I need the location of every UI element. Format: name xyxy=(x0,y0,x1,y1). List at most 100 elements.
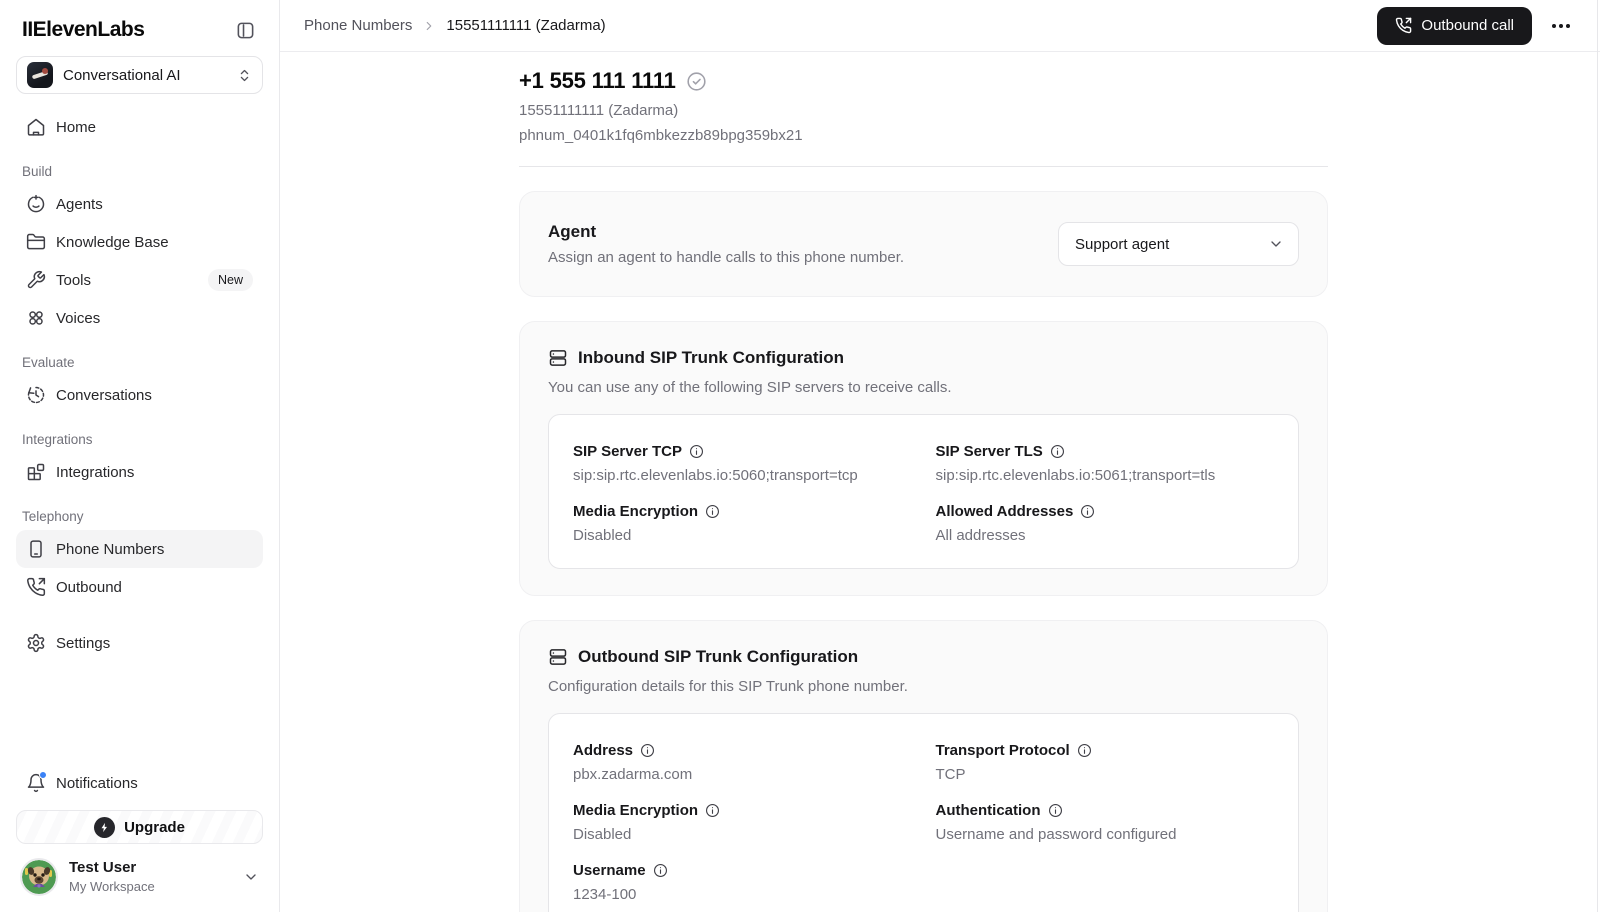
field-value: All addresses xyxy=(935,527,1026,544)
breadcrumb-phone-numbers[interactable]: Phone Numbers xyxy=(304,17,412,34)
app-root: IIElevenLabs Conversational AI Home Buil… xyxy=(0,0,1600,912)
field-sip-server-tls: SIP Server TLS sip:sip.rtc.elevenlabs.io… xyxy=(936,443,1275,484)
sidebar-item-integrations[interactable]: Integrations xyxy=(16,453,263,491)
logo-row: IIElevenLabs xyxy=(16,0,263,56)
upgrade-button[interactable]: Upgrade xyxy=(16,810,263,844)
avatar xyxy=(20,858,58,896)
sidebar-item-label: Agents xyxy=(56,195,103,213)
sidebar-item-label: Integrations xyxy=(56,463,135,481)
info-icon[interactable] xyxy=(1077,743,1092,758)
agent-card-title: Agent xyxy=(548,222,597,241)
topbar-actions: Outbound call xyxy=(1377,6,1576,45)
info-icon[interactable] xyxy=(705,803,720,818)
agent-card-description: Assign an agent to handle calls to this … xyxy=(548,249,905,266)
smartphone-icon xyxy=(26,539,46,559)
agent-card-text: Agent Assign an agent to handle calls to… xyxy=(548,222,904,266)
inbound-sip-card: Inbound SIP Trunk Configuration You can … xyxy=(519,321,1328,596)
sidebar-item-phone-numbers[interactable]: Phone Numbers xyxy=(16,530,263,568)
sidebar-collapse-button[interactable] xyxy=(234,19,257,42)
sidebar-item-tools[interactable]: Tools New xyxy=(16,261,263,299)
scrollbar-track[interactable] xyxy=(1597,0,1598,912)
sidebar-item-label: Tools xyxy=(56,271,92,289)
info-icon[interactable] xyxy=(653,863,668,878)
divider xyxy=(519,166,1328,167)
sidebar-item-label: Phone Numbers xyxy=(56,540,165,558)
sidebar-item-voices[interactable]: Voices xyxy=(16,299,263,337)
phone-number-subtitle: 15551111111 (Zadarma) xyxy=(519,102,679,119)
field-label: SIP Server TLS xyxy=(935,443,1043,460)
sidebar-item-agents[interactable]: Agents xyxy=(16,185,263,223)
sidebar-item-knowledge-base[interactable]: Knowledge Base xyxy=(16,223,263,261)
gear-icon xyxy=(26,633,46,653)
user-meta: Test User My Workspace xyxy=(69,859,232,895)
panel-collapse-icon xyxy=(236,21,255,40)
sidebar-item-label: Voices xyxy=(56,309,101,327)
sidebar-item-label: Notifications xyxy=(56,774,138,792)
field-value: pbx.zadarma.com xyxy=(573,766,693,783)
field-value: 1234-100 xyxy=(573,886,637,903)
field-value: Username and password configured xyxy=(935,826,1177,843)
section-label-integrations: Integrations xyxy=(22,432,93,447)
field-username: Username 1234-100 xyxy=(573,862,912,903)
agent-select[interactable]: Support agent xyxy=(1058,222,1299,266)
lightning-bolt-icon xyxy=(94,816,116,838)
phone-outgoing-icon xyxy=(1395,17,1412,34)
sidebar-item-label: Home xyxy=(56,118,97,136)
info-icon[interactable] xyxy=(1048,803,1063,818)
home-icon xyxy=(26,117,46,137)
sidebar-item-conversations[interactable]: Conversations xyxy=(16,376,263,414)
agent-select-value: Support agent xyxy=(1075,235,1170,253)
outbound-sip-details: Address pbx.zadarma.com Transport Protoc… xyxy=(548,713,1299,912)
sidebar-item-notifications[interactable]: Notifications xyxy=(16,764,263,802)
elevenlabs-logo: IIElevenLabs xyxy=(22,18,145,41)
field-label: Authentication xyxy=(935,802,1041,819)
breadcrumb: Phone Numbers 15551111111 (Zadarma) xyxy=(304,17,606,34)
outbound-call-button[interactable]: Outbound call xyxy=(1377,6,1532,45)
field-value: sip:sip.rtc.elevenlabs.io:5060;transport… xyxy=(573,467,858,484)
wrench-icon xyxy=(26,270,46,290)
info-icon[interactable] xyxy=(689,444,704,459)
sidebar-item-outbound[interactable]: Outbound xyxy=(16,568,263,606)
inbound-sip-description: You can use any of the following SIP ser… xyxy=(548,379,952,396)
section-label-build: Build xyxy=(22,164,53,179)
voices-icon xyxy=(26,308,46,328)
breadcrumb-current: 15551111111 (Zadarma) xyxy=(446,17,606,34)
agent-card: Agent Assign an agent to handle calls to… xyxy=(519,191,1328,297)
content-scroll-area[interactable]: +1 555 111 1111 15551111111 (Zadarma) ph… xyxy=(280,52,1600,912)
field-value: sip:sip.rtc.elevenlabs.io:5061;transport… xyxy=(935,467,1216,484)
info-icon[interactable] xyxy=(1050,444,1065,459)
workspace-selector[interactable]: Conversational AI xyxy=(16,56,263,94)
agent-icon xyxy=(26,194,46,214)
notification-dot xyxy=(39,771,47,779)
title-row: +1 555 111 1111 xyxy=(519,68,1328,94)
info-icon[interactable] xyxy=(705,504,720,519)
phone-number-detail-page: +1 555 111 1111 15551111111 (Zadarma) ph… xyxy=(519,52,1328,912)
field-authentication: Authentication Username and password con… xyxy=(936,802,1275,843)
more-options-button[interactable] xyxy=(1546,16,1576,36)
user-name: Test User xyxy=(69,859,137,877)
upgrade-label: Upgrade xyxy=(124,818,185,836)
main-area: Phone Numbers 15551111111 (Zadarma) Outb… xyxy=(280,0,1600,912)
info-icon[interactable] xyxy=(1080,504,1095,519)
workspace-label: Conversational AI xyxy=(63,66,181,84)
sidebar-item-home[interactable]: Home xyxy=(16,108,263,146)
sidebar-nav: Home Build Agents Knowledge Base Tools N… xyxy=(16,108,263,662)
sidebar-item-label: Knowledge Base xyxy=(56,233,169,251)
field-value: TCP xyxy=(935,766,966,783)
section-label-telephony: Telephony xyxy=(22,509,84,524)
sidebar-item-settings[interactable]: Settings xyxy=(16,624,263,662)
info-icon[interactable] xyxy=(640,743,655,758)
field-media-encryption: Media Encryption Disabled xyxy=(573,802,912,843)
field-sip-server-tcp: SIP Server TCP sip:sip.rtc.elevenlabs.io… xyxy=(573,443,912,484)
field-allowed-addresses: Allowed Addresses All addresses xyxy=(936,503,1275,544)
user-menu[interactable]: Test User My Workspace xyxy=(16,856,263,898)
field-value: Disabled xyxy=(573,527,632,544)
outbound-sip-title: Outbound SIP Trunk Configuration xyxy=(578,647,859,666)
field-label: SIP Server TCP xyxy=(573,443,682,460)
page-title: +1 555 111 1111 xyxy=(519,68,676,93)
inbound-sip-title: Inbound SIP Trunk Configuration xyxy=(578,348,844,367)
field-media-encryption: Media Encryption Disabled xyxy=(573,503,912,544)
sidebar: IIElevenLabs Conversational AI Home Buil… xyxy=(0,0,280,912)
outbound-sip-card: Outbound SIP Trunk Configuration Configu… xyxy=(519,620,1328,912)
folder-icon xyxy=(26,232,46,252)
